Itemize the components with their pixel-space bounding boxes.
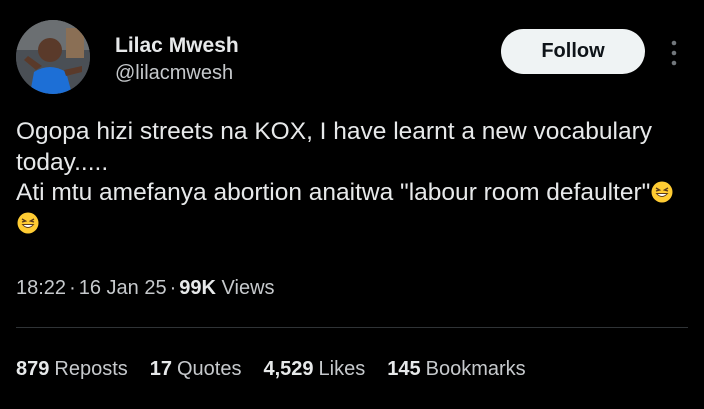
stat-label: Bookmarks [425, 358, 526, 380]
tweet-text-line-1: Ogopa hizi streets na KOX, I have learnt… [16, 118, 659, 176]
stat-quotes[interactable]: 17 Quotes [150, 355, 242, 383]
tweet-text-line-2: Ati mtu amefanya abortion anaitwa "labou… [16, 179, 651, 206]
stat-count: 4,529 [263, 358, 314, 380]
stat-label: Likes [318, 358, 366, 380]
tweet-date[interactable]: 16 Jan 25 [79, 277, 167, 299]
stat-label: Quotes [177, 358, 242, 380]
separator-dot: · [169, 277, 177, 299]
grinning-squinting-face-emoji [17, 212, 39, 233]
avatar[interactable] [16, 20, 90, 94]
stat-count: 17 [149, 358, 172, 380]
display-name[interactable]: Lilac Mwesh [115, 33, 239, 59]
stat-bookmarks[interactable]: 145 Bookmarks [387, 355, 525, 383]
user-handle[interactable]: @lilacmwesh [115, 60, 239, 86]
stat-label: Reposts [54, 358, 128, 380]
tweet-time[interactable]: 18:22 [16, 277, 66, 299]
separator-dot: · [69, 277, 76, 299]
engagement-stats: 879 Reposts 17 Quotes 4,529 Likes 145 Bookma… [16, 355, 548, 383]
tweet-text: Ogopa hizi streets na KOX, I have learnt… [16, 117, 676, 239]
more-vertical-icon[interactable] [664, 38, 684, 68]
tweet-meta: 18:22 · 16 Jan 25 · 99K Views [16, 274, 275, 302]
grinning-squinting-face-emoji [651, 181, 673, 203]
views-label: Views [221, 277, 275, 299]
stat-reposts[interactable]: 879 Reposts [16, 355, 128, 383]
stat-count: 879 [16, 358, 50, 380]
tweet-header: Lilac Mwesh @lilacmwesh Follow [16, 20, 688, 96]
user-info: Lilac Mwesh @lilacmwesh [115, 33, 239, 86]
avatar-image [16, 20, 90, 94]
stat-count: 145 [387, 358, 421, 380]
divider [16, 327, 688, 328]
follow-button[interactable]: Follow [501, 29, 645, 74]
stat-likes[interactable]: 4,529 Likes [263, 355, 365, 383]
views-count: 99K [179, 277, 216, 299]
